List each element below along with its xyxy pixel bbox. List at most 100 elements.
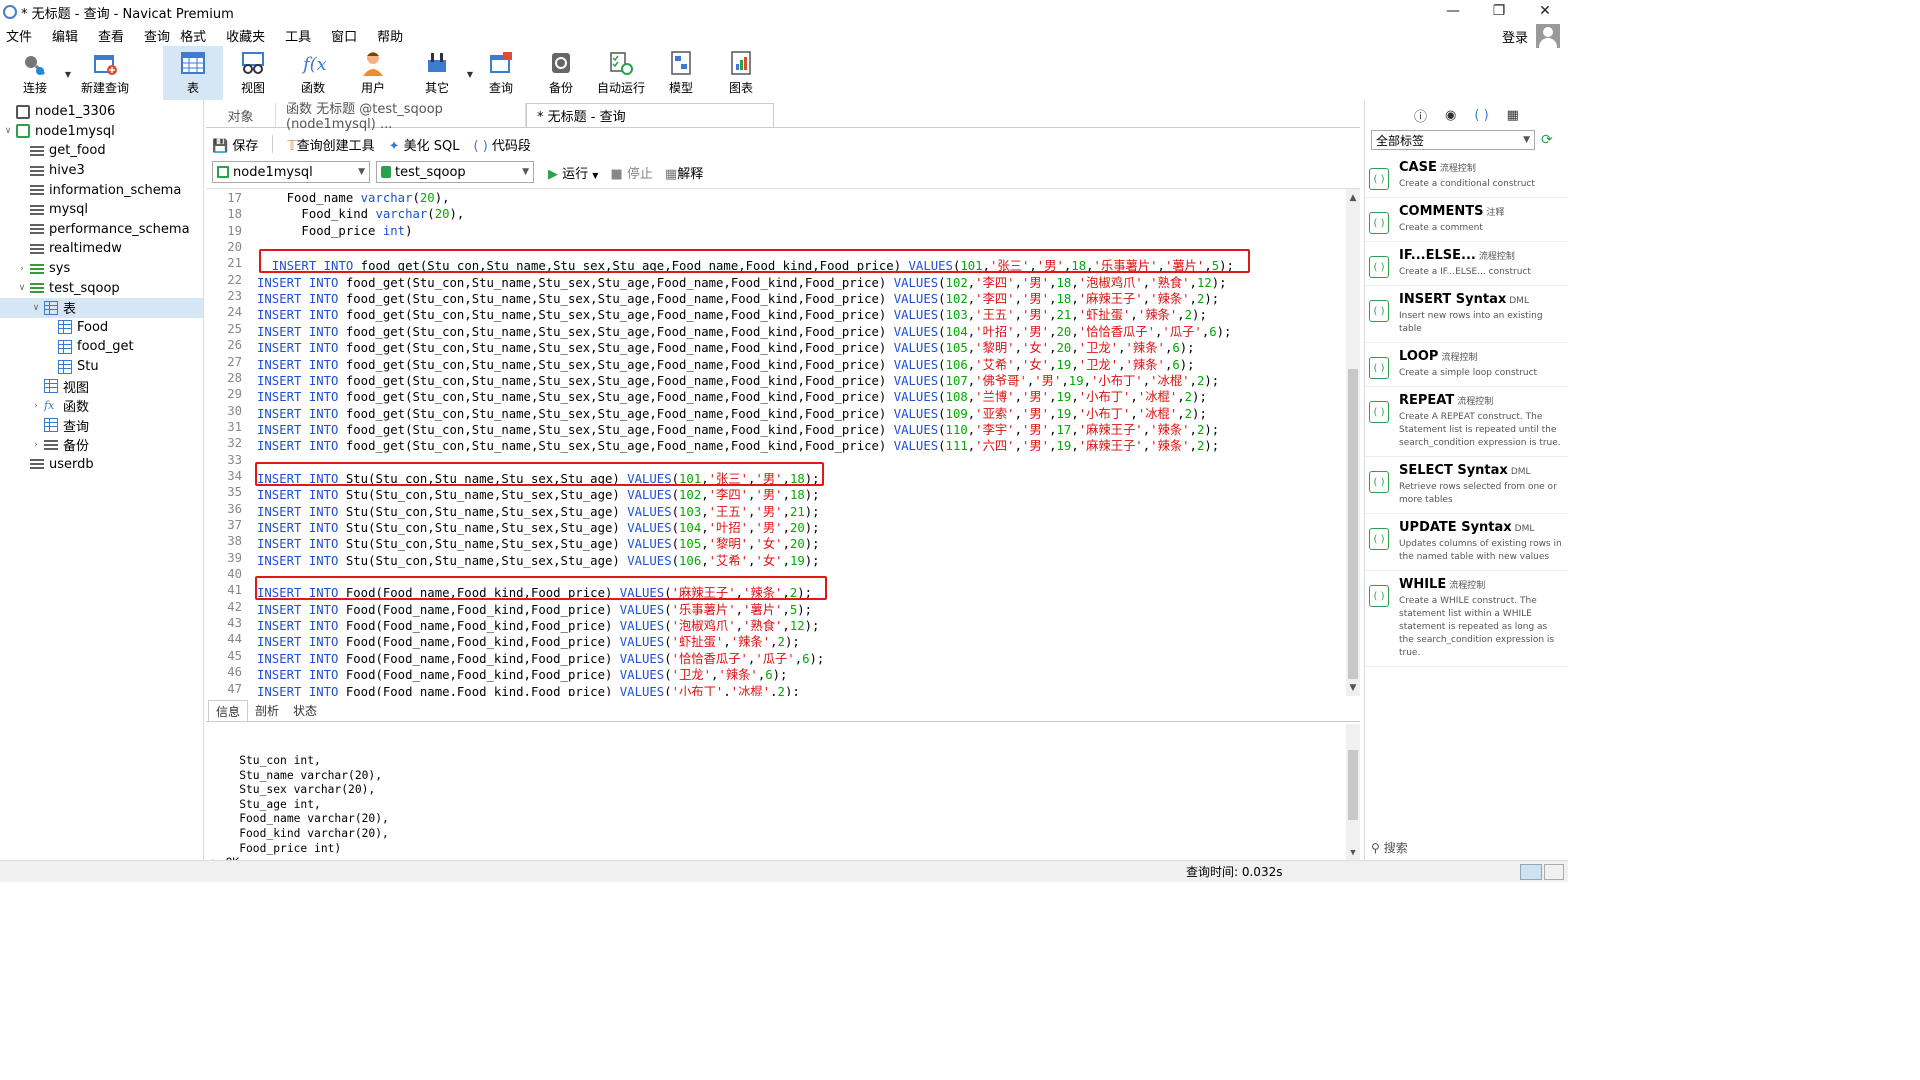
menu-window[interactable]: 窗口 [331, 26, 357, 45]
chevron-right-icon[interactable]: › [30, 401, 42, 411]
snippet-item[interactable]: ( ) INSERT Syntax DML Insert new rows into … [1365, 286, 1568, 343]
backup-button[interactable]: 备份 [531, 46, 591, 100]
view-button[interactable]: 视图 [223, 46, 283, 100]
login-label[interactable]: 登录 [1502, 27, 1528, 46]
scroll-up-icon[interactable]: ▲ [1346, 193, 1360, 203]
chevron-right-icon[interactable]: › [30, 440, 42, 450]
scroll-thumb[interactable] [1348, 369, 1358, 679]
tab-status[interactable]: 状态 [286, 700, 324, 721]
add-snippet-icon[interactable]: ⟳ [1541, 132, 1553, 148]
autorun-button[interactable]: 自动运行 [591, 46, 651, 100]
scroll-down-icon[interactable]: ▼ [1346, 683, 1360, 693]
code-line[interactable]: INSERT INTO Food(Food_name,Food_kind,Foo… [257, 682, 800, 697]
stop-button[interactable]: ■ 停止 [610, 163, 652, 182]
tag-filter-select[interactable]: 全部标签 ▼ [1371, 130, 1535, 150]
tree-item[interactable]: ∨ 表 [0, 297, 203, 318]
code-line[interactable]: INSERT INTO Food(Food_name,Food_kind,Foo… [257, 632, 800, 650]
code-line[interactable]: INSERT INTO food_get(Stu_con,Stu_name,St… [257, 289, 1219, 307]
code-line[interactable]: INSERT INTO food_get(Stu_con,Stu_name,St… [257, 436, 1219, 454]
beautify-sql-button[interactable]: ✦ 美化 SQL [389, 135, 460, 154]
code-line[interactable]: INSERT INTO Stu(Stu_con,Stu_name,Stu_sex… [257, 502, 820, 520]
tree-item[interactable]: 查询 [0, 416, 203, 436]
menu-tools[interactable]: 工具 [285, 26, 311, 45]
snippet-item[interactable]: ( ) REPEAT 流程控制 Create A REPEAT construct. … [1365, 387, 1568, 457]
tree-item[interactable]: hive3 [0, 161, 203, 181]
code-snippet-button[interactable]: ( ) 代码段 [474, 135, 531, 154]
search-input[interactable]: 搜索 [1384, 839, 1408, 856]
user-button[interactable]: 用户 [343, 46, 403, 100]
tree-item[interactable]: 视图 [0, 376, 203, 396]
save-button[interactable]: 💾 保存 [212, 135, 258, 154]
info-icon[interactable]: ⓘ [1414, 106, 1427, 125]
snippet-item[interactable]: ( ) IF...ELSE... 流程控制 Create a IF...ELSE...… [1365, 242, 1568, 286]
login-area[interactable]: 登录 [1502, 24, 1560, 48]
tree-item[interactable]: get_food [0, 141, 203, 161]
grid-icon[interactable]: ▦ [1507, 108, 1519, 123]
tree-item[interactable]: › fx 函数 [0, 396, 203, 416]
tab-function-editor[interactable]: 函数 无标题 @test_sqoop (node1mysql) ... [276, 102, 526, 132]
menu-format[interactable]: 格式 [180, 26, 206, 45]
code-line[interactable]: Food_name varchar(20), [257, 191, 450, 205]
chevron-down-icon[interactable]: ∨ [2, 126, 14, 136]
code-line[interactable]: INSERT INTO food_get(Stu_con,Stu_name,St… [257, 338, 1195, 356]
scroll-down-icon[interactable]: ▼ [1346, 848, 1360, 858]
model-button[interactable]: 模型 [651, 46, 711, 100]
code-line[interactable]: INSERT INTO food_get(Stu_con,Stu_name,St… [257, 371, 1219, 389]
tree-item[interactable]: mysql [0, 200, 203, 220]
connection-select[interactable]: node1mysql ▼ [212, 161, 370, 183]
chart-button[interactable]: 图表 [711, 46, 771, 100]
database-select[interactable]: test_sqoop ▼ [376, 161, 534, 183]
explain-button[interactable]: ▦解释 [665, 163, 703, 182]
menu-edit[interactable]: 编辑 [52, 26, 78, 45]
tab-profile[interactable]: 剖析 [248, 700, 286, 721]
snippet-search[interactable]: ⚲ 搜索 [1371, 839, 1408, 856]
query-button[interactable]: 查询 [471, 46, 531, 100]
tree-item[interactable]: node1_3306 [0, 102, 203, 122]
tab-info[interactable]: 信息 [208, 700, 249, 721]
tree-item[interactable]: › 备份 [0, 435, 203, 455]
ddl-icon[interactable]: ◉ [1445, 108, 1456, 123]
minimize-button[interactable]: — [1430, 0, 1476, 22]
layout-toggle-icon[interactable] [1520, 863, 1542, 880]
tree-item[interactable]: realtimedw [0, 239, 203, 259]
code-line[interactable]: INSERT INTO Stu(Stu_con,Stu_name,Stu_sex… [257, 518, 820, 536]
code-line[interactable]: INSERT INTO food_get(Stu_con,Stu_name,St… [257, 387, 1207, 405]
code-line[interactable]: INSERT INTO Stu(Stu_con,Stu_name,Stu_sex… [257, 485, 820, 503]
tree-item[interactable]: ∨ test_sqoop [0, 278, 203, 298]
code-line[interactable]: INSERT INTO food_get(Stu_con,Stu_name,St… [257, 420, 1219, 438]
sql-editor[interactable]: 17 Food_name varchar(20), 18 Food_kind va… [206, 188, 1360, 696]
tree-item[interactable]: information_schema [0, 180, 203, 200]
code-line[interactable]: INSERT INTO Food(Food_name,Food_kind,Foo… [257, 665, 787, 683]
code-line[interactable]: Food_kind varchar(20), [257, 207, 464, 221]
menu-favorites[interactable]: 收藏夹 [226, 26, 265, 45]
tab-objects[interactable]: 对象 [206, 103, 276, 127]
code-line[interactable]: INSERT INTO food_get(Stu_con,Stu_name,St… [257, 305, 1207, 323]
maximize-button[interactable]: ❐ [1476, 0, 1522, 22]
tree-item[interactable]: performance_schema [0, 220, 203, 240]
code-line[interactable]: INSERT INTO Food(Food_name,Food_kind,Foo… [257, 616, 819, 634]
code-snippet-icon[interactable]: ( ) [1474, 108, 1488, 123]
other-button[interactable]: 其它 ▼ [407, 46, 473, 100]
snippet-item[interactable]: ( ) CASE 流程控制 Create a conditional construc… [1365, 154, 1568, 198]
code-line[interactable]: INSERT INTO food_get(Stu_con,Stu_name,St… [257, 355, 1195, 373]
chevron-down-icon[interactable]: ∨ [16, 283, 28, 293]
new-query-button[interactable]: 新建查询 [73, 46, 137, 100]
tree-item[interactable]: userdb [0, 455, 203, 475]
tree-item[interactable]: › sys [0, 259, 203, 279]
tree-item[interactable]: ∨ node1mysql [0, 122, 203, 142]
menu-file[interactable]: 文件 [6, 26, 32, 45]
chevron-right-icon[interactable]: › [16, 264, 28, 274]
editor-scrollbar[interactable]: ▲ ▼ [1346, 189, 1360, 696]
scroll-thumb[interactable] [1348, 750, 1358, 820]
info-scrollbar[interactable]: ▲ ▼ [1346, 724, 1360, 860]
code-line[interactable]: INSERT INTO food_get(Stu_con,Stu_name,St… [257, 322, 1231, 340]
code-line[interactable]: INSERT INTO Food(Food_name,Food_kind,Foo… [257, 649, 824, 667]
tree-item[interactable]: Food [0, 318, 203, 338]
query-builder-button[interactable]: 𝕋查询创建工具 [287, 135, 374, 154]
menu-help[interactable]: 帮助 [377, 26, 403, 45]
layout-toggle-icon-2[interactable] [1544, 863, 1564, 880]
code-line[interactable]: INSERT INTO Stu(Stu_con,Stu_name,Stu_sex… [257, 551, 820, 569]
snippet-item[interactable]: ( ) COMMENTS 注释 Create a comment [1365, 198, 1568, 242]
close-button[interactable]: ✕ [1522, 0, 1568, 22]
snippet-item[interactable]: ( ) LOOP 流程控制 Create a simple loop construc… [1365, 343, 1568, 387]
